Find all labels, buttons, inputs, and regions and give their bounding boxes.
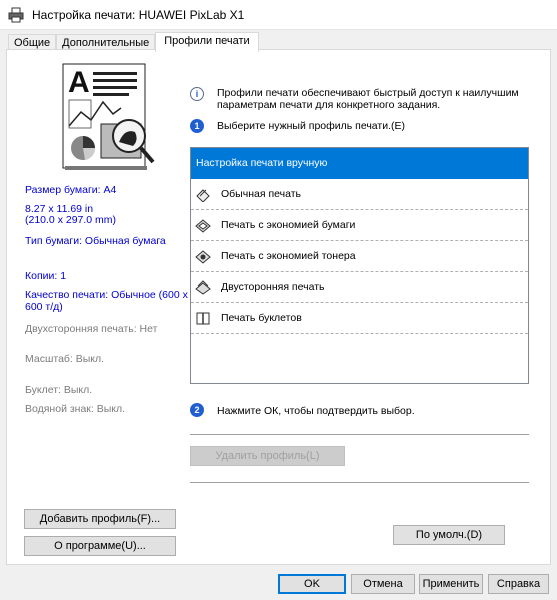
intro-hint-line1: Профили печати обеспечивают быстрый дост…	[217, 87, 519, 99]
profile-item-booklet[interactable]: Печать буклетов	[191, 303, 528, 334]
page-preview-image: A	[62, 63, 155, 170]
paper-dims-mm: (210.0 x 297.0 mm)	[25, 214, 117, 226]
profile-label: Настройка печати вручную	[196, 157, 328, 169]
printer-icon	[8, 7, 24, 22]
printer-pen-icon	[196, 189, 210, 202]
about-button[interactable]: О программе(U)...	[24, 536, 176, 556]
step-one-icon: 1	[190, 119, 204, 133]
tab-print-profiles[interactable]: Профили печати	[155, 32, 259, 52]
profile-label: Обычная печать	[221, 188, 301, 200]
profile-item-toner-save[interactable]: Печать с экономией тонера	[191, 241, 528, 272]
step-one-text: Выберите нужный профиль печати.(E)	[217, 120, 405, 132]
title-bar: Настройка печати: HUAWEI PixLab X1	[0, 0, 557, 30]
profile-item-duplex[interactable]: Двусторонняя печать	[191, 272, 528, 303]
profile-item-paper-save[interactable]: Печать с экономией бумаги	[191, 210, 528, 241]
intro-hint-line2: параметрам печати для конкретного задани…	[217, 99, 441, 111]
profile-item-manual[interactable]: Настройка печати вручную	[191, 148, 528, 179]
step-two-icon: 2	[190, 403, 204, 417]
tab-strip: Общие Дополнительные Профили печати	[8, 32, 259, 52]
step-two-text: Нажмите ОК, чтобы подтвердить выбор.	[217, 405, 415, 417]
svg-text:A: A	[68, 66, 90, 99]
paper-save-icon	[195, 219, 211, 233]
profile-label: Двусторонняя печать	[221, 281, 325, 293]
print-quality-line2: 600 т/д)	[25, 301, 63, 313]
add-profile-button[interactable]: Добавить профиль(F)...	[24, 509, 176, 529]
window-title: Настройка печати: HUAWEI PixLab X1	[32, 7, 245, 22]
profile-item-normal[interactable]: Обычная печать	[191, 179, 528, 210]
profile-list[interactable]: Настройка печати вручную Обычная печать …	[190, 147, 529, 384]
tab-panel: A Размер бумаги: A4 8.27 x 11.69 in (210…	[6, 49, 551, 565]
duplex-icon	[195, 280, 211, 295]
toner-save-icon	[195, 250, 211, 264]
divider	[190, 434, 529, 435]
defaults-button[interactable]: По умолч.(D)	[393, 525, 505, 545]
info-icon: i	[190, 87, 204, 101]
divider	[190, 482, 529, 483]
booklet-icon	[196, 312, 210, 325]
watermark-status: Водяной знак: Выкл.	[25, 403, 126, 415]
profile-label: Печать буклетов	[221, 312, 302, 324]
paper-type: Тип бумаги: Обычная бумага	[25, 235, 166, 247]
copies: Копии: 1	[25, 270, 67, 282]
help-button[interactable]: Справка	[488, 574, 549, 594]
duplex-status: Двухсторонняя печать: Нет	[25, 323, 158, 335]
profile-label: Печать с экономией бумаги	[221, 219, 356, 231]
delete-profile-button[interactable]: Удалить профиль(L)	[190, 446, 345, 466]
profile-label: Печать с экономией тонера	[221, 250, 356, 262]
booklet-status: Буклет: Выкл.	[25, 384, 93, 396]
paper-size: Размер бумаги: A4	[25, 184, 117, 196]
apply-button[interactable]: Применить	[419, 574, 483, 594]
print-quality-line1: Качество печати: Обычное (600 x	[25, 289, 188, 301]
cancel-button[interactable]: Отмена	[351, 574, 415, 594]
scale-status: Масштаб: Выкл.	[25, 353, 105, 365]
ok-button[interactable]: OK	[278, 574, 346, 594]
